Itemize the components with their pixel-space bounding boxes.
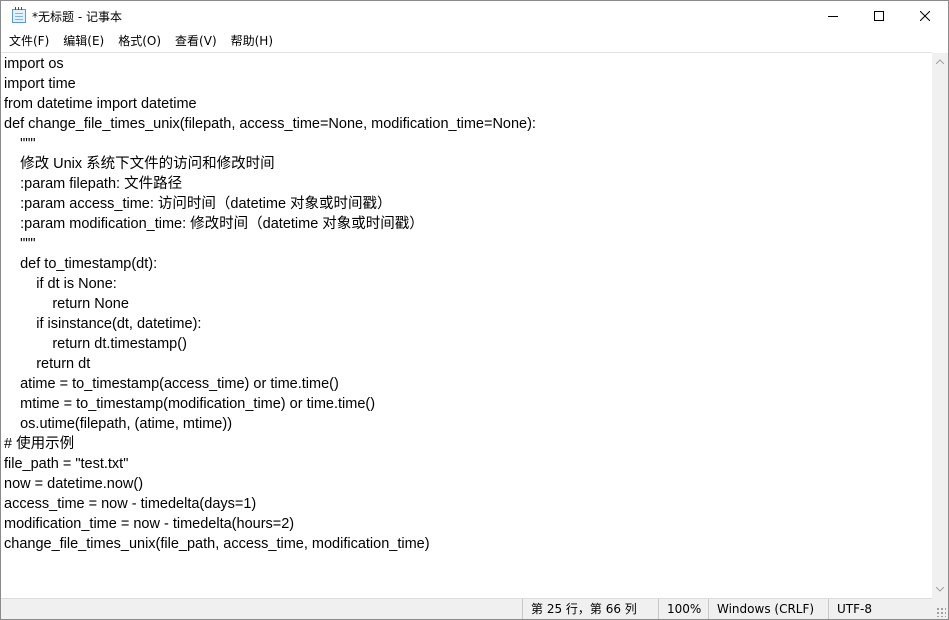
close-button[interactable]	[902, 1, 948, 31]
window-title: *无标题 - 记事本	[32, 9, 122, 24]
window-controls	[810, 1, 948, 31]
notepad-icon	[12, 7, 26, 23]
maximize-icon	[874, 11, 884, 21]
minimize-button[interactable]	[810, 1, 856, 31]
maximize-button[interactable]	[856, 1, 902, 31]
chevron-down-icon	[936, 587, 944, 592]
close-icon	[920, 11, 930, 21]
resize-grip-icon[interactable]	[936, 607, 946, 617]
notepad-window: *无标题 - 记事本 文件(F) 编辑(E) 格式(O) 查看(V) 帮助(H)…	[0, 0, 949, 620]
cursor-position: 第 25 行，第 66 列	[522, 599, 658, 619]
resize-corner[interactable]	[932, 598, 948, 619]
menu-file[interactable]: 文件(F)	[1, 31, 56, 51]
status-bar: 第 25 行，第 66 列 100% Windows (CRLF) UTF-8	[1, 598, 932, 619]
encoding: UTF-8	[828, 599, 932, 619]
zoom-level: 100%	[658, 599, 708, 619]
title-bar[interactable]: *无标题 - 记事本	[1, 1, 948, 31]
scroll-up-button[interactable]	[932, 53, 948, 70]
menu-bar: 文件(F) 编辑(E) 格式(O) 查看(V) 帮助(H)	[1, 31, 948, 51]
menu-view[interactable]: 查看(V)	[168, 31, 224, 51]
menu-help[interactable]: 帮助(H)	[224, 31, 280, 51]
vertical-scrollbar[interactable]	[932, 53, 948, 598]
scroll-down-button[interactable]	[932, 581, 948, 598]
menu-format[interactable]: 格式(O)	[111, 31, 168, 51]
editor-content[interactable]: import os import time from datetime impo…	[1, 53, 932, 554]
minimize-icon	[828, 16, 838, 17]
menu-edit[interactable]: 编辑(E)	[56, 31, 111, 51]
text-editor[interactable]: import os import time from datetime impo…	[1, 52, 932, 598]
chevron-up-icon	[936, 59, 944, 64]
line-ending: Windows (CRLF)	[708, 599, 828, 619]
